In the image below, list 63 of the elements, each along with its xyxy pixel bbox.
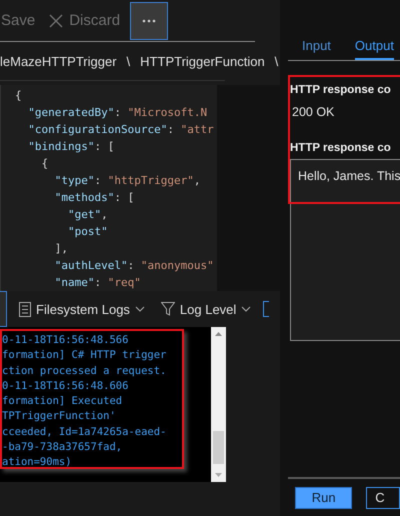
chevron-icon (134, 306, 145, 312)
code-token: "attr (180, 123, 214, 136)
run-button[interactable]: Run (295, 486, 352, 508)
code-token: : [ (114, 191, 134, 204)
log-line: TPTriggerFunction' (2, 409, 117, 424)
log-line: cceeded, Id=1a74265a-eaed- (2, 424, 168, 440)
tab[interactable]: Input (302, 32, 331, 60)
code-token: { (40, 157, 48, 170)
filter-icon (160, 302, 175, 316)
more-icon (142, 18, 156, 22)
code-token: "get" (66, 208, 102, 221)
code-token: : (94, 174, 102, 187)
cancel-button[interactable]: C (366, 486, 400, 508)
log-line: formation] Executed (2, 394, 124, 410)
log-line: formation] C# HTTP trigger (2, 348, 168, 364)
code-token: { (15, 89, 22, 102)
code-token: , (101, 208, 108, 221)
log-line: ation=90ms) (2, 455, 73, 470)
code-token: "req" (108, 276, 141, 289)
more-button[interactable] (130, 2, 168, 40)
breadcrumb-item[interactable]: \ (126, 54, 130, 68)
code-token: "generatedBy" (27, 106, 114, 119)
code-token: "anonymous" (140, 259, 214, 272)
code-token: "authLevel" (54, 259, 128, 272)
code-token: ], (54, 242, 68, 255)
log-line: 0-11-18T16:56:48.566 (2, 333, 130, 348)
code-token: "httpTrigger" (108, 174, 194, 187)
code-token: "Microsoft.N (128, 106, 208, 119)
code-token: : (167, 123, 175, 136)
field-label: HTTP response co (290, 142, 392, 154)
list-icon (19, 302, 31, 316)
code-token: : (94, 276, 102, 289)
log-line: ction processed a request. (2, 364, 168, 379)
scrollbar-thumb[interactable] (213, 431, 224, 464)
code-token: "methods" (54, 191, 114, 204)
field-label: HTTP response co (290, 84, 392, 96)
log-level-dropdown[interactable]: Log Level (156, 302, 256, 316)
code-token: : (114, 106, 122, 119)
down-arrow-icon[interactable] (215, 473, 222, 477)
code-token: , (194, 174, 200, 187)
close-icon (49, 14, 64, 28)
bracket-icon[interactable] (263, 301, 270, 317)
code-token: : (128, 259, 136, 272)
response-body-field[interactable]: Hello, James. This (290, 159, 400, 341)
code-token: "configurationSource" (27, 123, 168, 136)
log-line: 0-11-18T16:56:48.606 (2, 378, 130, 394)
status-value: 200 OK (292, 105, 336, 119)
log-line: -ba79-738a37657fad, (2, 440, 124, 456)
code-token: "name" (54, 276, 94, 289)
scrollbar[interactable] (211, 327, 226, 482)
breadcrumb-item[interactable]: leMazeHTTPTrigger (0, 54, 117, 68)
code-token: "type" (54, 174, 94, 187)
code-token: "bindings" (27, 140, 94, 153)
panel-tab[interactable] (0, 291, 7, 327)
tab[interactable]: Output (354, 32, 394, 60)
breadcrumb-item[interactable]: \ (274, 54, 278, 68)
code-token: : [ (94, 140, 114, 153)
logs-dropdown[interactable]: Filesystem Logs (15, 302, 149, 316)
code-editor[interactable]: { "generatedBy": "Microsoft.N "configurationSource": "attr "bindings": [ { "type": "httpTrigger", "methods": [ "get", "post" ], "authLevel": "anonymous" "name": "req" (0, 85, 217, 291)
breadcrumb-item[interactable]: HTTPTriggerFunction (140, 54, 265, 68)
code-token: "post" (66, 225, 108, 238)
up-arrow-icon[interactable] (215, 332, 222, 336)
chevron-icon (241, 306, 252, 312)
